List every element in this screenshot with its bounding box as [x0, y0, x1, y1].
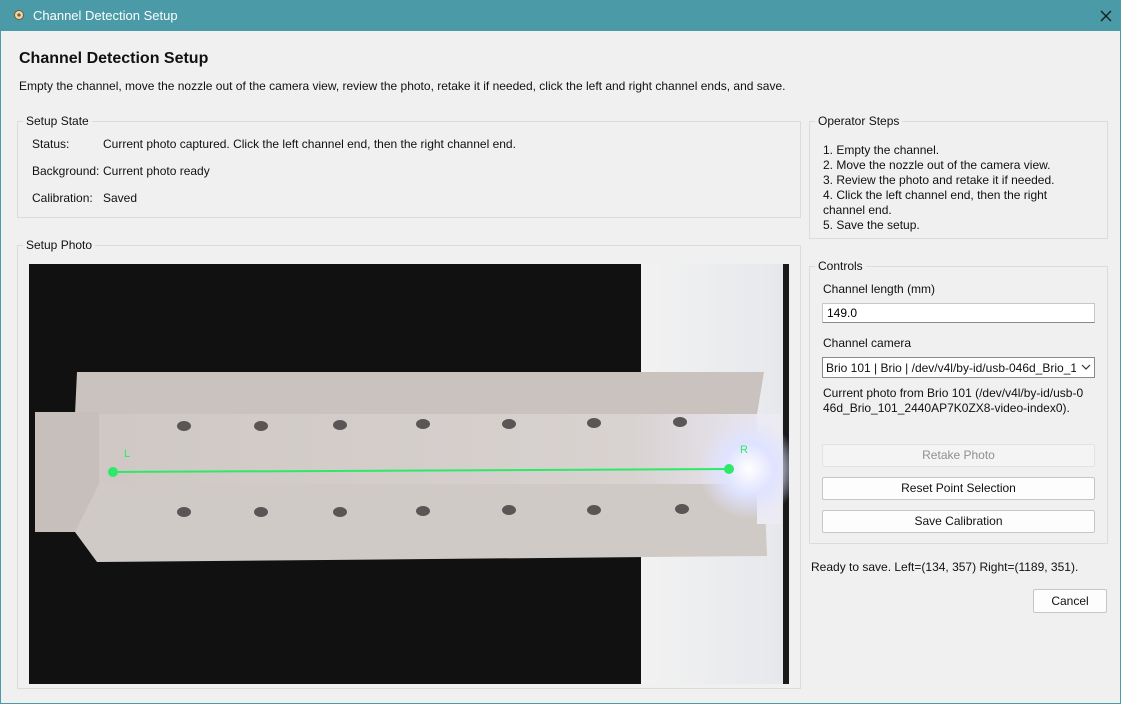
page-subtitle: Empty the channel, move the nozzle out o…	[19, 79, 786, 93]
channel-camera-value: Brio 101 | Brio | /dev/v4l/by-id/usb-046…	[826, 361, 1076, 375]
left-marker-label: L	[124, 448, 130, 460]
step-item: 3. Review the photo and retake it if nee…	[823, 173, 1055, 187]
operator-steps-group: Operator Steps 1. Empty the channel. 2. …	[809, 114, 1108, 239]
setup-photo-group: Setup Photo L R	[17, 238, 801, 689]
channel-floor	[99, 414, 764, 484]
controls-title: Controls	[815, 259, 866, 273]
right-marker-label: R	[740, 444, 748, 456]
cancel-button[interactable]: Cancel	[1033, 589, 1107, 613]
channel-length-label: Channel length (mm)	[823, 282, 936, 296]
calibration-label: Calibration:	[32, 191, 93, 205]
save-calibration-button[interactable]: Save Calibration	[822, 510, 1095, 533]
step-item: 5. Save the setup.	[823, 218, 920, 232]
controls-group: Controls Channel length (mm) Channel cam…	[809, 259, 1108, 544]
status-message: Ready to save. Left=(134, 357) Right=(11…	[811, 560, 1079, 574]
app-icon	[14, 10, 24, 20]
background-value: Current photo ready	[103, 164, 210, 178]
background-label: Background:	[32, 164, 100, 178]
step-item: 2. Move the nozzle out of the camera vie…	[823, 158, 1051, 172]
setup-state-title: Setup State	[23, 114, 92, 128]
status-label: Status:	[32, 137, 70, 151]
page-title: Channel Detection Setup	[19, 50, 209, 67]
step-item: 4. Click the left channel end, then the …	[823, 188, 1048, 217]
setup-photo-title: Setup Photo	[23, 238, 96, 252]
left-point-marker[interactable]	[108, 467, 118, 477]
channel-camera-select[interactable]: Brio 101 | Brio | /dev/v4l/by-id/usb-046…	[822, 357, 1095, 378]
window-title: Channel Detection Setup	[33, 8, 178, 23]
channel-length-input[interactable]	[822, 303, 1095, 323]
channel-camera-label: Channel camera	[823, 336, 912, 350]
channel-bottom-wall	[75, 484, 767, 562]
current-photo-info: Current photo from Brio 101 (/dev/v4l/by…	[823, 386, 1084, 415]
retake-photo-button[interactable]: Retake Photo	[822, 444, 1095, 467]
title-bar[interactable]: Channel Detection Setup	[1, 1, 1121, 31]
reset-point-selection-button[interactable]: Reset Point Selection	[822, 477, 1095, 500]
channel-top-wall	[75, 372, 764, 414]
right-point-marker[interactable]	[724, 464, 734, 474]
close-button[interactable]	[1090, 1, 1121, 31]
setup-photo[interactable]: L R	[29, 264, 789, 684]
operator-steps-title: Operator Steps	[815, 114, 903, 128]
step-item: 1. Empty the channel.	[823, 143, 940, 157]
close-icon	[1100, 10, 1112, 22]
calibration-value: Saved	[103, 191, 138, 205]
channel-detection-dialog: Channel Detection Setup Channel Detectio…	[0, 0, 1121, 704]
operator-steps-list: 1. Empty the channel. 2. Move the nozzle…	[823, 143, 1058, 233]
setup-state-group: Setup State Status: Current photo captur…	[17, 114, 801, 218]
chevron-down-icon	[1081, 364, 1091, 370]
status-value: Current photo captured. Click the left c…	[103, 137, 516, 151]
